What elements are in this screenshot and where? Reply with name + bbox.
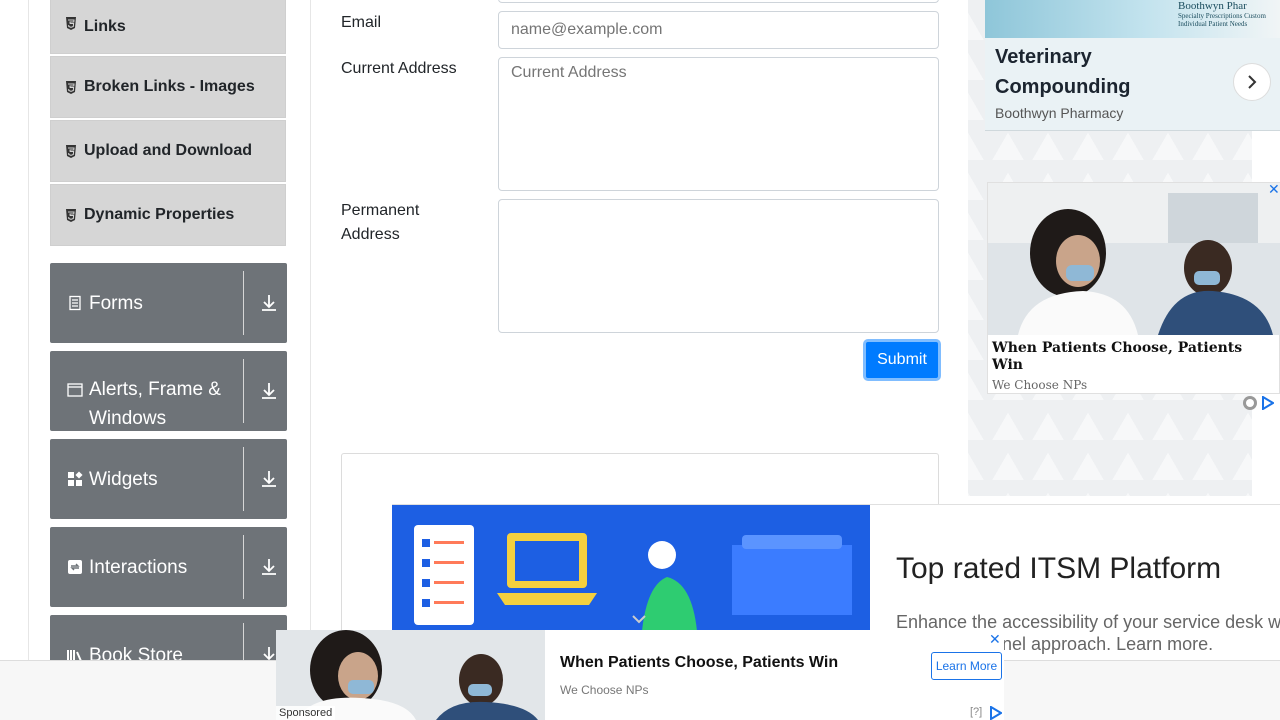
previous-field-edge: [498, 0, 939, 3]
sidebar-item-label: Broken Links - Images: [84, 78, 255, 95]
chevron-down-icon[interactable]: [630, 612, 648, 626]
interactions-icon: [68, 560, 82, 574]
download-icon[interactable]: [259, 469, 279, 489]
html5-icon: [66, 144, 76, 158]
html5-icon: [66, 16, 76, 30]
chevron-right-icon: [1248, 75, 1257, 89]
sidebar-item-broken-links[interactable]: Broken Links - Images: [50, 56, 286, 118]
ad-brand-tagline: Specialty Prescriptions Custom Individua…: [1178, 12, 1266, 28]
ad-brand-name: Boothwyn Phar: [1178, 0, 1247, 12]
ad-title[interactable]: When Patients Choose, Patients Win: [992, 340, 1272, 374]
ad-help-link[interactable]: [?]: [970, 706, 982, 718]
ad-advertiser[interactable]: We Choose NPs: [992, 378, 1087, 392]
ad-title[interactable]: Top rated ITSM Platform: [896, 552, 1221, 586]
learn-more-button[interactable]: Learn More: [931, 652, 1002, 680]
sidebar-item-links[interactable]: Links: [50, 0, 286, 54]
close-icon[interactable]: ✕: [989, 632, 1001, 646]
sidebar-item-label: Links: [84, 18, 126, 35]
sidebar-group-forms[interactable]: Forms: [50, 263, 287, 343]
permanent-address-label: Permanent Address: [341, 202, 420, 243]
group-label: Interactions: [89, 556, 188, 578]
form-icon: [69, 295, 81, 311]
ad-next-button[interactable]: [1233, 63, 1271, 101]
sidebar-group-interactions[interactable]: Interactions: [50, 527, 287, 607]
window-icon: [67, 383, 83, 397]
permanent-address-field[interactable]: [498, 199, 939, 333]
current-address-label: Current Address: [341, 60, 457, 77]
sidebar-group-widgets[interactable]: Widgets: [50, 439, 287, 519]
sidebar-item-label: Upload and Download: [84, 142, 252, 159]
ad-feedback-icon: [1243, 396, 1257, 410]
ad-title[interactable]: Veterinary Compounding: [995, 42, 1195, 102]
html5-icon: [66, 208, 76, 222]
current-address-field[interactable]: [498, 57, 939, 191]
adchoices-icon[interactable]: [1242, 395, 1280, 411]
download-icon[interactable]: [259, 293, 279, 313]
submit-button[interactable]: Submit: [863, 339, 941, 381]
ad-patients-choose[interactable]: When Patients Choose, Patients Win We Ch…: [987, 182, 1280, 394]
download-icon[interactable]: [259, 557, 279, 577]
email-label: Email: [341, 14, 382, 31]
ad-photo: [988, 183, 1280, 335]
email-field[interactable]: [498, 11, 939, 49]
divider: [243, 447, 244, 511]
download-icon[interactable]: [259, 381, 279, 401]
ad-brand: Boothwyn Phar Specialty Prescriptions Cu…: [1178, 0, 1280, 28]
ad-advertiser[interactable]: We Choose NPs: [560, 683, 648, 697]
ad-veterinary-compounding[interactable]: Boothwyn Phar Specialty Prescriptions Cu…: [985, 0, 1280, 131]
sponsored-label: Sponsored: [276, 706, 336, 720]
divider: [243, 271, 244, 335]
group-label: Alerts, Frame & Windows: [89, 379, 221, 429]
adchoices-icon[interactable]: [988, 706, 1002, 720]
sidebar-item-label: Dynamic Properties: [84, 206, 235, 223]
sidebar-item-upload-download[interactable]: Upload and Download: [50, 120, 286, 182]
adchoices-triangle-icon: [1262, 396, 1274, 410]
close-icon[interactable]: ✕: [1268, 182, 1280, 196]
divider: [243, 535, 244, 599]
sidebar-group-alerts[interactable]: Alerts, Frame & Windows: [50, 351, 287, 431]
group-label: Forms: [89, 292, 143, 314]
ad-title[interactable]: When Patients Choose, Patients Win: [560, 654, 838, 672]
group-label: Widgets: [89, 468, 158, 490]
html5-icon: [66, 80, 76, 94]
ad-advertiser[interactable]: Boothwyn Pharmacy: [995, 105, 1123, 121]
sidebar-item-dynamic-properties[interactable]: Dynamic Properties: [50, 184, 286, 246]
ad-anchor[interactable]: Sponsored When Patients Choose, Patients…: [276, 630, 1004, 720]
divider: [243, 359, 244, 423]
widgets-icon: [68, 471, 83, 486]
